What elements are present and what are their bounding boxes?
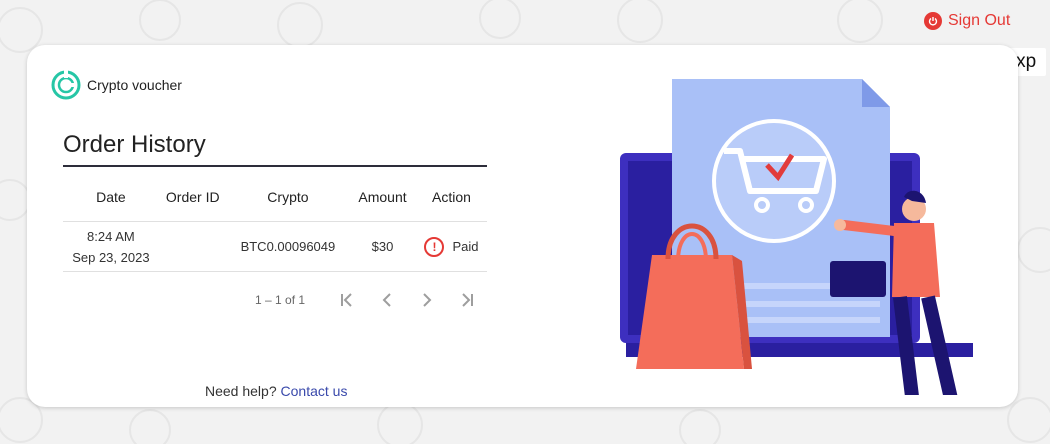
order-amount-cell: $30 bbox=[349, 221, 416, 272]
first-page-button[interactable] bbox=[327, 288, 367, 312]
pagination: 1 – 1 of 1 bbox=[255, 288, 487, 312]
app-name: Crypto voucher bbox=[87, 77, 182, 93]
power-icon bbox=[924, 12, 942, 30]
order-time: 8:24 AM bbox=[87, 228, 135, 244]
chevron-left-icon bbox=[382, 293, 391, 307]
contact-us-link[interactable]: Contact us bbox=[281, 383, 348, 399]
next-page-button[interactable] bbox=[407, 288, 447, 312]
last-page-button[interactable] bbox=[447, 288, 487, 312]
order-action-cell: ! Paid bbox=[415, 221, 487, 272]
orders-table: Date Order ID Crypto Amount Action 8:24 … bbox=[63, 173, 487, 272]
table-row: 8:24 AM Sep 23, 2023 BTC0.00096049 $30 !… bbox=[63, 221, 487, 272]
column-header-order-id: Order ID bbox=[158, 173, 227, 222]
column-header-amount: Amount bbox=[349, 173, 416, 222]
order-date-cell: 8:24 AM Sep 23, 2023 bbox=[63, 221, 159, 272]
sign-out-label: Sign Out bbox=[948, 12, 1011, 29]
help-prompt: Need help? bbox=[205, 383, 277, 399]
previous-page-button[interactable] bbox=[367, 288, 407, 312]
app-logo: Crypto voucher bbox=[51, 70, 182, 100]
status-badge: ! Paid bbox=[417, 223, 486, 270]
column-header-date: Date bbox=[63, 173, 159, 222]
shopping-illustration bbox=[620, 79, 973, 395]
pagination-range: 1 – 1 of 1 bbox=[255, 293, 306, 307]
crypto-voucher-logo-icon bbox=[51, 70, 81, 100]
table-header-row: Date Order ID Crypto Amount Action bbox=[63, 173, 487, 222]
chevron-right-icon bbox=[423, 293, 432, 307]
brand-name-light: xp bbox=[1016, 51, 1037, 72]
sign-out-button[interactable]: Sign Out bbox=[924, 12, 1010, 30]
exclamation-circle-icon: ! bbox=[424, 236, 445, 257]
order-date: Sep 23, 2023 bbox=[72, 249, 150, 265]
last-page-icon bbox=[462, 293, 474, 307]
order-crypto-cell: BTC0.00096049 bbox=[226, 221, 350, 272]
column-header-crypto: Crypto bbox=[226, 173, 350, 222]
help-text: Need help? Contact us bbox=[205, 383, 347, 399]
main-card: Crypto voucher Order History Date Order … bbox=[27, 45, 1018, 407]
column-header-action: Action bbox=[415, 173, 487, 222]
order-status: Paid bbox=[452, 239, 479, 254]
page-title: Order History bbox=[63, 131, 487, 167]
order-id-cell bbox=[158, 221, 227, 272]
first-page-icon bbox=[341, 293, 352, 307]
